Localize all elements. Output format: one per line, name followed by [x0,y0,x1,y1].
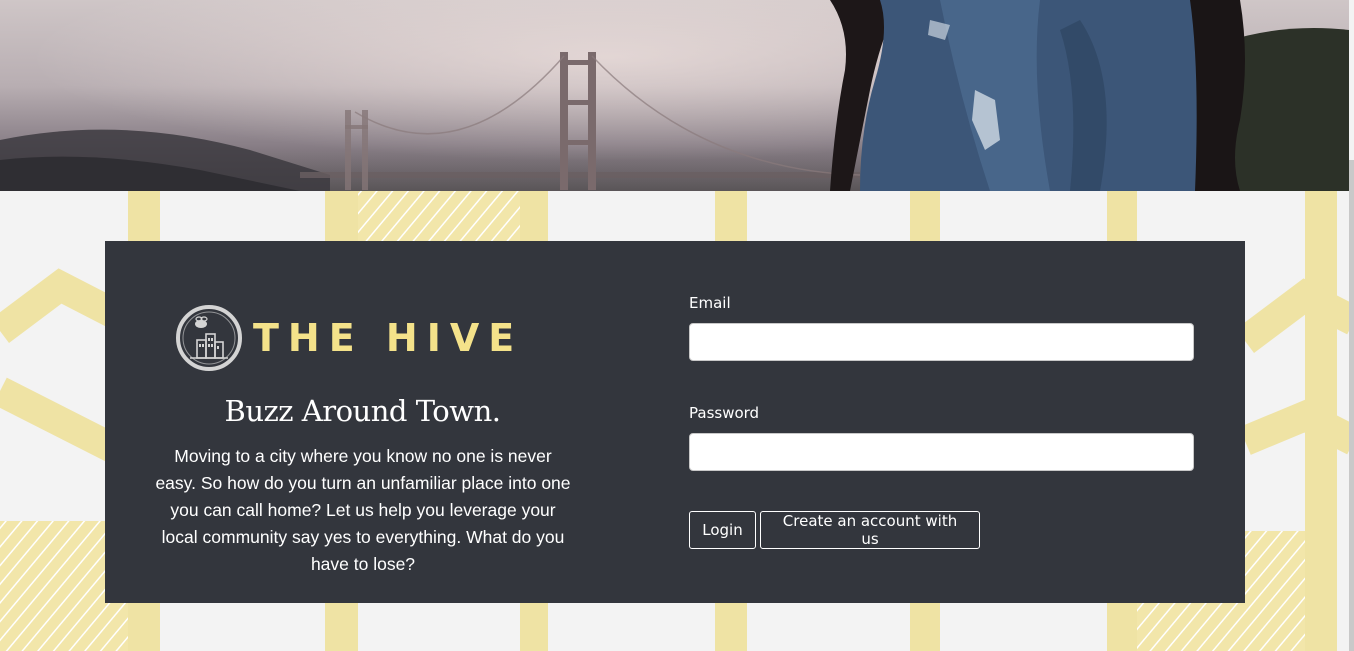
login-button[interactable]: Login [689,511,756,549]
brand-name: THE HIVE [253,316,524,360]
email-label: Email [689,294,731,312]
email-input[interactable] [689,323,1194,361]
create-account-button[interactable]: Create an account with us [760,511,980,549]
password-input[interactable] [689,433,1194,471]
tagline-heading: Buzz Around Town. [224,394,501,428]
password-label: Password [689,404,760,422]
hive-city-bee-logo-icon [176,305,242,371]
page-scrollbar[interactable] [1349,160,1354,651]
golden-gate-scene [0,0,1349,191]
hero-banner-image [0,0,1349,191]
brand-header: THE HIVE [175,302,523,374]
intro-blurb: Moving to a city where you know no one i… [155,446,571,574]
